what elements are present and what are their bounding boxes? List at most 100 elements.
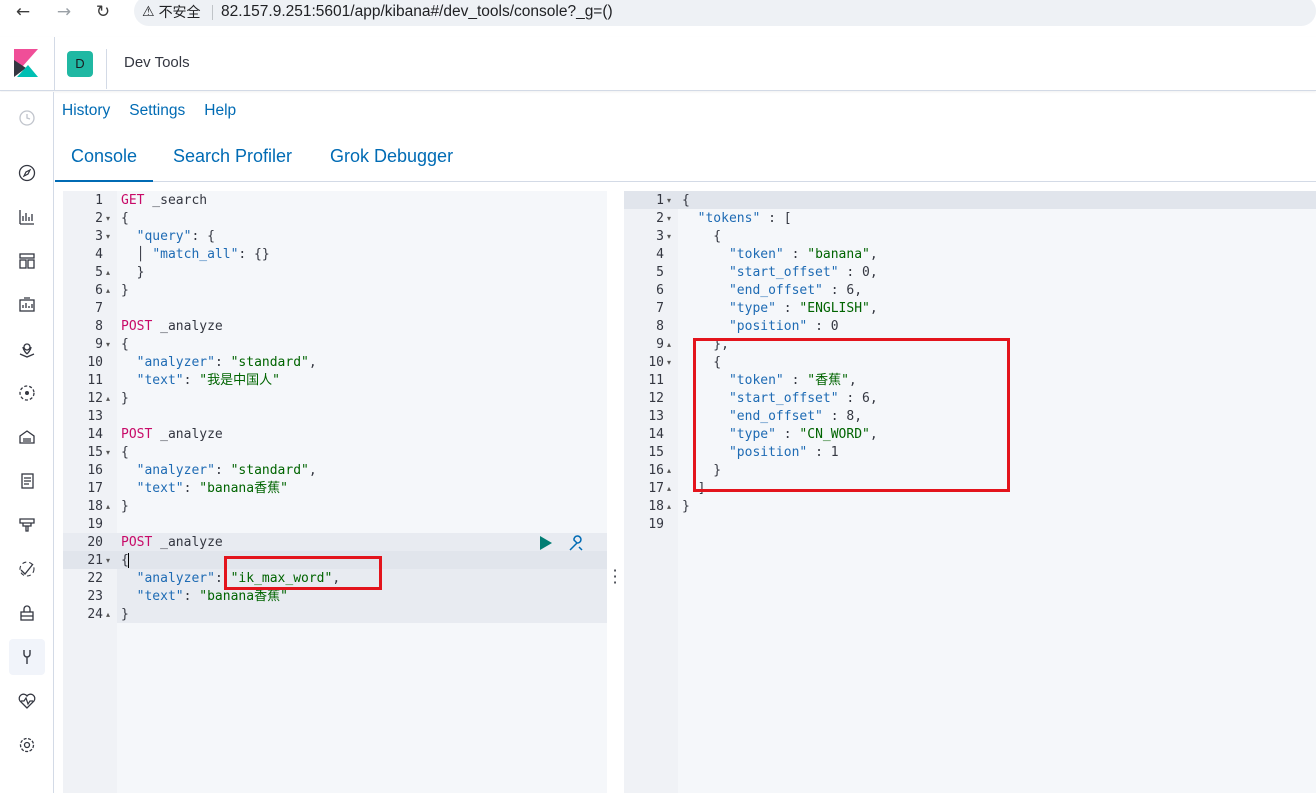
line-number: 13: [87, 409, 103, 424]
apm-icon[interactable]: [14, 512, 40, 538]
security-indicator[interactable]: ⚠ 不安全: [142, 0, 201, 24]
fold-toggle-icon[interactable]: ▾: [106, 444, 110, 462]
dashboard-icon[interactable]: [14, 248, 40, 274]
code-line: "text": "我是中国人": [121, 372, 280, 390]
fold-toggle-icon[interactable]: ▴: [667, 498, 671, 516]
back-icon[interactable]: ←: [10, 0, 36, 24]
space-avatar[interactable]: D: [67, 51, 93, 77]
settings-link[interactable]: Settings: [129, 102, 185, 120]
code-token: │: [121, 247, 153, 262]
code-line: "type" : "ENGLISH",: [682, 300, 878, 318]
fold-toggle-icon[interactable]: ▾: [106, 228, 110, 246]
maps-icon[interactable]: [14, 336, 40, 362]
line-number: 16: [87, 463, 103, 478]
pane-resizer-handle[interactable]: · · ·: [612, 563, 618, 591]
code-token: }: [121, 265, 145, 280]
code-line: }: [682, 498, 690, 516]
reload-icon[interactable]: ↻: [90, 0, 116, 24]
code-token: "standard": [230, 463, 309, 478]
fold-toggle-icon[interactable]: ▾: [106, 210, 110, 228]
code-token: "end_offset": [728, 283, 823, 298]
code-token: "standard": [230, 355, 309, 370]
code-token: {: [121, 337, 129, 352]
discover-compass-icon[interactable]: [14, 160, 40, 186]
line-number: 15: [87, 445, 103, 460]
canvas-icon[interactable]: [14, 292, 40, 318]
tab-search-profiler[interactable]: Search Profiler: [173, 146, 292, 182]
code-token: "analyzer": [136, 463, 215, 478]
header-divider: [54, 37, 55, 91]
forward-icon[interactable]: →: [51, 0, 77, 24]
line-number: 11: [648, 373, 664, 388]
code-line: {: [121, 444, 129, 462]
fold-toggle-icon[interactable]: ▾: [667, 354, 671, 372]
line-number: 2: [656, 211, 664, 226]
code-token: "analyzer": [136, 355, 215, 370]
tab-console[interactable]: Console: [55, 146, 153, 182]
code-token: {: [121, 211, 129, 226]
kibana-logo-icon[interactable]: [14, 49, 38, 77]
code-line: "start_offset" : 0,: [682, 264, 878, 282]
tab-grok-debugger[interactable]: Grok Debugger: [330, 146, 453, 182]
fold-toggle-icon[interactable]: ▾: [667, 228, 671, 246]
fold-toggle-icon[interactable]: ▴: [667, 480, 671, 498]
play-icon[interactable]: [539, 536, 553, 550]
infrastructure-icon[interactable]: [14, 424, 40, 450]
line-number: 12: [648, 391, 664, 406]
fold-toggle-icon[interactable]: ▴: [667, 336, 671, 354]
siem-lock-icon[interactable]: [14, 600, 40, 626]
fold-toggle-icon[interactable]: ▴: [667, 462, 671, 480]
code-token: {: [682, 193, 690, 208]
uptime-icon[interactable]: [14, 556, 40, 582]
code-token: : {}: [238, 247, 270, 262]
history-link[interactable]: History: [62, 102, 110, 120]
dev-tools-wrench-icon[interactable]: [9, 639, 45, 675]
fold-toggle-icon[interactable]: ▴: [106, 498, 110, 516]
fold-toggle-icon[interactable]: ▾: [106, 336, 110, 354]
code-token: "start_offset": [728, 265, 839, 280]
code-token: "我是中国人": [199, 373, 280, 388]
wrench-icon[interactable]: [567, 535, 585, 553]
management-gear-icon[interactable]: [14, 732, 40, 758]
url-text[interactable]: 82.157.9.251:5601/app/kibana#/dev_tools/…: [221, 0, 613, 24]
line-number: 18: [87, 499, 103, 514]
ml-icon[interactable]: [14, 380, 40, 406]
code-token: "banana香蕉": [199, 589, 288, 604]
code-line: }: [121, 282, 129, 300]
line-number: 4: [656, 247, 664, 262]
fold-toggle-icon[interactable]: ▴: [106, 282, 110, 300]
dev-tools-tabs: Console Search Profiler Grok Debugger: [55, 138, 1316, 182]
code-token: }: [121, 283, 129, 298]
line-number: 10: [648, 355, 664, 370]
monitoring-heartbeat-icon[interactable]: [14, 688, 40, 714]
fold-toggle-icon[interactable]: ▴: [106, 606, 110, 624]
recent-clock-icon[interactable]: [14, 105, 40, 131]
logs-icon[interactable]: [14, 468, 40, 494]
fold-toggle-icon[interactable]: ▴: [106, 390, 110, 408]
code-line: "position" : 0: [682, 318, 839, 336]
line-number: 2: [95, 211, 103, 226]
code-line: {: [121, 336, 129, 354]
line-number: 24: [87, 607, 103, 622]
request-editor[interactable]: 1 GET _search 2 ▾{3 ▾ "query": {4 │ "match_a…: [63, 191, 607, 793]
visualize-chart-icon[interactable]: [14, 204, 40, 230]
code-token: {: [121, 445, 129, 460]
help-link[interactable]: Help: [204, 102, 236, 120]
fold-toggle-icon[interactable]: ▾: [667, 192, 671, 210]
line-number: 8: [656, 319, 664, 334]
fold-toggle-icon[interactable]: ▴: [106, 264, 110, 282]
fold-toggle-icon[interactable]: ▾: [667, 210, 671, 228]
code-token: "tokens": [697, 211, 761, 226]
code-token: "text": [136, 589, 184, 604]
line-number: 6: [656, 283, 664, 298]
fold-toggle-icon[interactable]: ▾: [106, 552, 110, 570]
code-token: :: [183, 373, 200, 388]
code-line: }: [121, 498, 129, 516]
code-token: ,: [869, 247, 878, 262]
code-token: :: [183, 481, 200, 496]
